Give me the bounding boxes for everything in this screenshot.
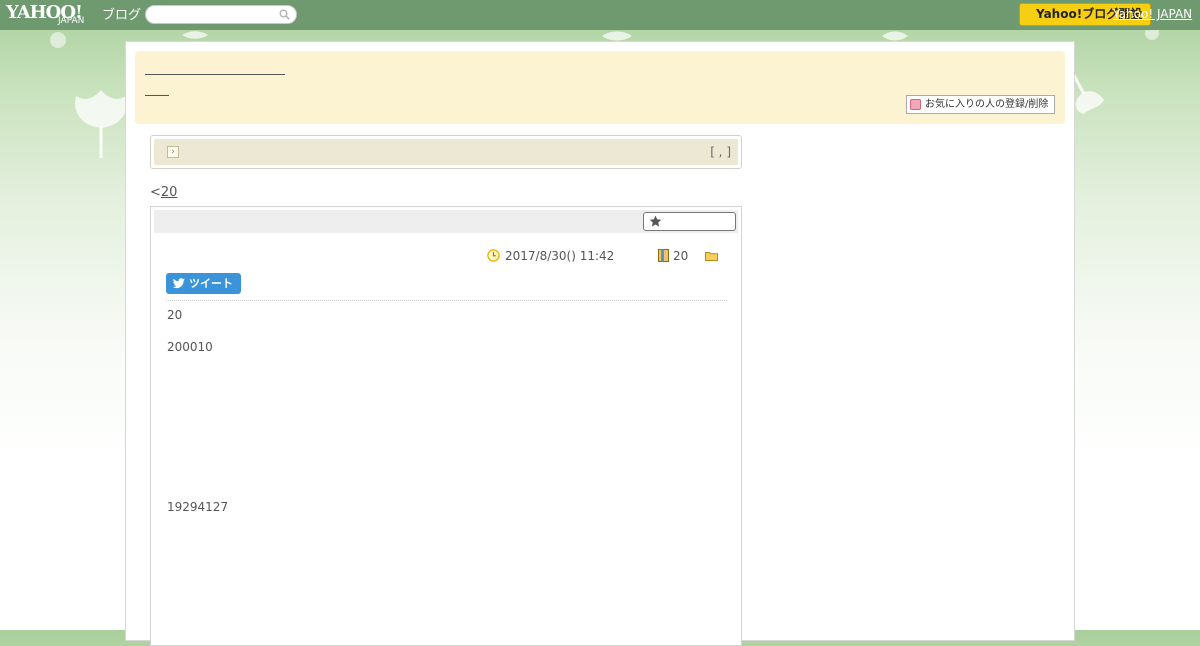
prev-article-link[interactable]: 20 <box>161 185 178 200</box>
bokeh-dot <box>50 32 66 48</box>
search-icon[interactable] <box>279 9 290 20</box>
tweet-label: ツイート <box>189 277 233 290</box>
clock-icon <box>487 249 500 262</box>
search-box <box>145 5 297 24</box>
star-icon <box>649 215 662 227</box>
logo-sub-text: JAPAN <box>58 16 85 26</box>
category-meta: [ , ] <box>710 145 731 159</box>
tweet-button[interactable]: ツイート <box>166 273 241 294</box>
folder-icon[interactable] <box>705 251 718 261</box>
post-date-trailing <box>620 249 639 263</box>
article: 2017/8/30() 11:42 20 ツイート 20 200010 1929… <box>150 206 742 646</box>
category-box: › [ , ] <box>150 135 742 169</box>
article-paragraph: 200010 <box>167 340 213 354</box>
book-icon <box>658 249 669 262</box>
comment-count-link[interactable]: 20 <box>673 249 688 263</box>
ginkgo-leaf-icon <box>75 90 127 158</box>
prev-article-nav: <20 <box>150 185 177 200</box>
favorite-register-label: お気に入りの人の登録/削除 <box>925 99 1049 110</box>
twitter-bird-icon <box>173 278 185 289</box>
favorite-register-button[interactable]: お気に入りの人の登録/削除 <box>906 95 1055 114</box>
prev-symbol: < <box>150 185 161 200</box>
category-band: › [ , ] <box>154 139 738 165</box>
blog-title-link[interactable] <box>145 74 285 75</box>
search-input[interactable] <box>154 8 272 21</box>
post-date-link[interactable]: 2017/8/30() 11:42 <box>505 249 614 263</box>
chevron-right-icon[interactable]: › <box>167 146 179 158</box>
article-paragraph: 20 <box>167 308 183 322</box>
yahoo-japan-link[interactable]: Yahoo! JAPAN <box>1113 7 1192 21</box>
blog-author-link[interactable] <box>145 95 169 96</box>
heart-icon <box>910 99 921 110</box>
divider <box>166 300 727 301</box>
star-button[interactable] <box>643 212 736 231</box>
ginkgo-leaf-icon <box>182 31 208 39</box>
article-title-bar <box>154 210 738 233</box>
logo-blog-text: ブログ <box>102 8 142 23</box>
article-paragraph: 19294127 <box>167 500 229 514</box>
top-bar: YAHOO! JAPAN ブログ Yahoo!ブログ開設 Yahoo! JAPA… <box>0 0 1200 30</box>
